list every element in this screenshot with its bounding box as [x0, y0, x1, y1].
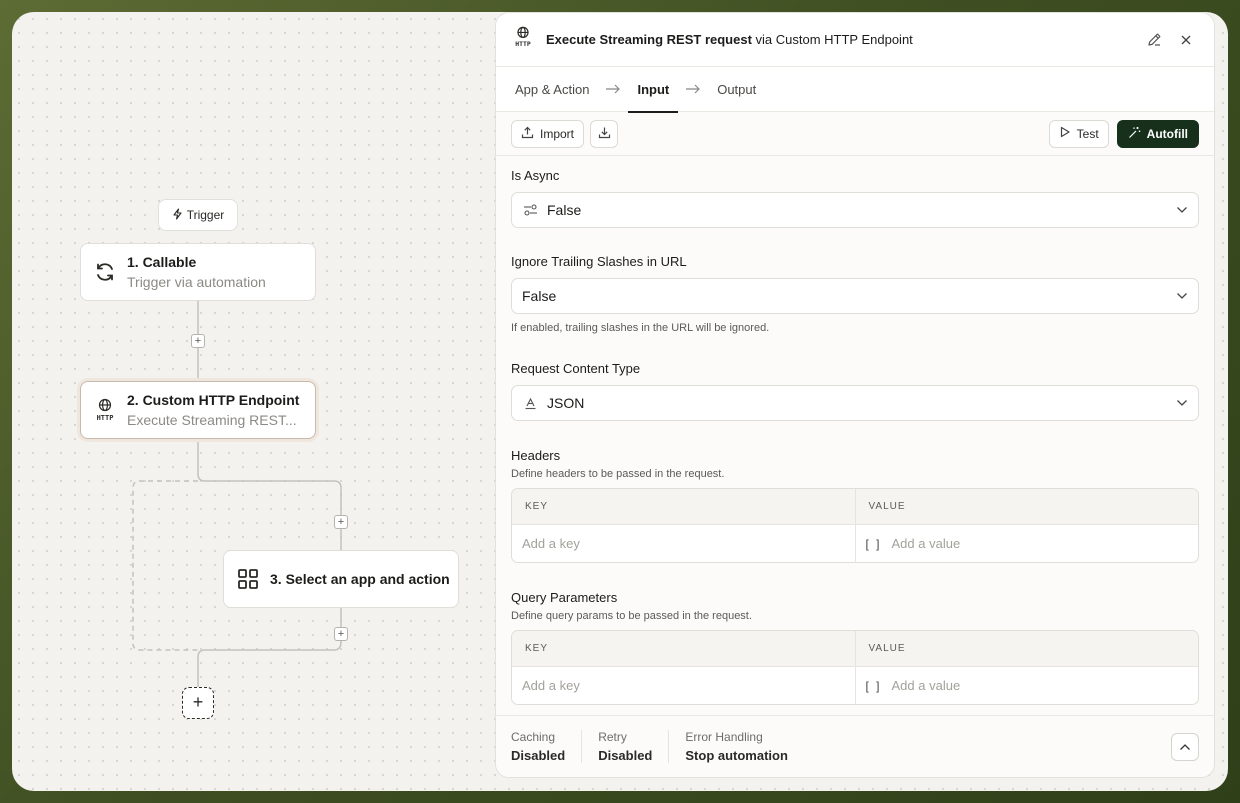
- query-value-input[interactable]: [ ] Add a value: [854, 667, 1199, 704]
- query-key-input[interactable]: Add a key: [512, 667, 855, 704]
- panel-tabs: App & Action Input Output: [496, 67, 1214, 113]
- field-help: Define query params to be passed in the …: [511, 610, 752, 622]
- import-button[interactable]: Import: [511, 119, 585, 148]
- query-params-table: KEY VALUE Add a key [ ] Add a value: [511, 630, 1199, 705]
- upload-icon: [521, 126, 534, 142]
- step-config-panel: HTTP Execute Streaming REST request via …: [495, 12, 1215, 778]
- play-icon: [1059, 126, 1071, 141]
- add-step-button[interactable]: +: [334, 627, 348, 641]
- brackets-icon: [ ]: [865, 536, 882, 551]
- headers-table: KEY VALUE Add a key [ ] Add a value: [511, 488, 1199, 563]
- autofill-button[interactable]: Autofill: [1116, 119, 1199, 148]
- select-value: JSON: [547, 395, 585, 411]
- trigger-chip[interactable]: Trigger: [158, 199, 238, 231]
- magic-wand-icon: [1128, 126, 1141, 142]
- column-header-value: VALUE: [854, 489, 1199, 524]
- field-label: Headers: [511, 448, 561, 463]
- tab-app-action[interactable]: App & Action: [515, 67, 589, 112]
- select-value: False: [547, 202, 582, 218]
- chevron-down-icon: [1176, 206, 1188, 214]
- table-row: Add a key [ ] Add a value: [512, 525, 1198, 562]
- toggle-switch-icon: [522, 202, 538, 218]
- http-globe-icon: HTTP: [512, 26, 534, 53]
- workflow-node-callable[interactable]: 1. Callable Trigger via automation: [80, 243, 316, 301]
- field-label: Query Parameters: [511, 590, 618, 605]
- caching-setting[interactable]: Caching Disabled: [511, 730, 581, 763]
- trigger-label: Trigger: [186, 208, 225, 222]
- workflow-node-select-app[interactable]: 3. Select an app and action: [223, 550, 459, 608]
- panel-header: HTTP Execute Streaming REST request via …: [496, 13, 1214, 67]
- field-label: Is Async: [511, 168, 560, 183]
- node-title: 2. Custom HTTP Endpoint: [127, 392, 300, 408]
- column-header-key: KEY: [525, 501, 549, 512]
- field-help: If enabled, trailing slashes in the URL …: [511, 322, 770, 334]
- app-frame: Trigger 1. Callable Trigger via automati…: [12, 12, 1228, 791]
- brackets-icon: [ ]: [865, 678, 882, 693]
- content-type-select[interactable]: JSON: [511, 385, 1199, 421]
- text-format-icon: [522, 395, 538, 411]
- node-title: 3. Select an app and action: [270, 571, 450, 587]
- http-globe-icon: HTTP: [93, 398, 117, 422]
- node-title: 1. Callable: [127, 254, 197, 270]
- edit-pencil-icon[interactable]: [1142, 28, 1166, 52]
- panel-footer: Caching Disabled Retry Disabled Error Ha…: [496, 715, 1214, 777]
- add-step-button[interactable]: +: [334, 515, 348, 529]
- svg-text:HTTP: HTTP: [515, 40, 531, 48]
- ignore-trailing-slashes-select[interactable]: False: [511, 278, 1199, 314]
- tab-input[interactable]: Input: [628, 67, 678, 113]
- expand-settings-button[interactable]: [1171, 732, 1199, 761]
- arrow-right-icon: [685, 84, 701, 94]
- svg-text:HTTP: HTTP: [97, 414, 114, 422]
- download-button[interactable]: [590, 119, 619, 148]
- node-subtitle: Trigger via automation: [127, 274, 266, 290]
- chevron-down-icon: [1176, 292, 1188, 300]
- input-form: Is Async False Ignore Trailing Slashes i…: [496, 168, 1214, 705]
- lightning-icon: [172, 207, 183, 223]
- column-header-value: VALUE: [854, 631, 1199, 666]
- field-label: Request Content Type: [511, 361, 641, 376]
- select-value: False: [522, 288, 557, 304]
- chevron-up-icon: [1179, 738, 1191, 756]
- node-subtitle: Execute Streaming REST...: [127, 412, 297, 428]
- add-step-dashed-button[interactable]: +: [182, 687, 214, 719]
- header-value-input[interactable]: [ ] Add a value: [854, 525, 1199, 562]
- field-help: Define headers to be passed in the reque…: [511, 468, 725, 480]
- panel-toolbar: Import Test Autofill: [496, 112, 1214, 156]
- workflow-node-http[interactable]: HTTP 2. Custom HTTP Endpoint Execute Str…: [80, 381, 316, 439]
- table-row: Add a key [ ] Add a value: [512, 667, 1198, 704]
- add-step-button[interactable]: +: [191, 334, 205, 348]
- retry-setting[interactable]: Retry Disabled: [581, 730, 668, 763]
- refresh-icon: [93, 260, 117, 284]
- test-button[interactable]: Test: [1048, 119, 1109, 148]
- arrow-right-icon: [605, 84, 621, 94]
- close-icon[interactable]: [1174, 28, 1198, 52]
- grid-icon: [236, 567, 260, 591]
- field-label: Ignore Trailing Slashes in URL: [511, 254, 687, 269]
- column-header-key: KEY: [525, 643, 549, 654]
- header-key-input[interactable]: Add a key: [512, 525, 855, 562]
- chevron-down-icon: [1176, 399, 1188, 407]
- tab-output[interactable]: Output: [717, 67, 756, 112]
- panel-title: Execute Streaming REST request via Custo…: [546, 32, 913, 47]
- error-handling-setting[interactable]: Error Handling Stop automation: [668, 730, 804, 763]
- is-async-select[interactable]: False: [511, 192, 1199, 228]
- download-icon: [598, 126, 611, 142]
